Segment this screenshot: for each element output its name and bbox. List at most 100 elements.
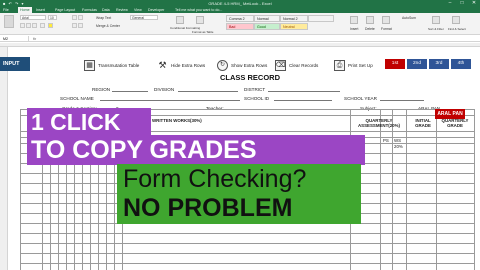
clear-records-button[interactable]: ⌫ Clear Records xyxy=(275,59,318,71)
tab-view[interactable]: View xyxy=(134,8,142,12)
tab-data[interactable]: Data xyxy=(102,8,110,12)
insert-cells-label: Insert xyxy=(350,27,359,31)
delete-cells-label: Delete xyxy=(365,27,375,31)
tab-formulas[interactable]: Formulas xyxy=(82,8,97,12)
overlay-line-1: 1 CLICK xyxy=(27,108,151,136)
clear-records-label: Clear Records xyxy=(289,62,319,68)
excel-window: ■ ↶ ↷ ▾ GRADE 4-5 HRM_ MetLook - Excel –… xyxy=(0,0,480,270)
sort-filter-label: Sort & Filter xyxy=(428,27,444,31)
format-cells-label: Format xyxy=(381,27,392,31)
align-center-button[interactable] xyxy=(78,23,83,28)
school-year-field[interactable] xyxy=(380,96,424,101)
grid-line xyxy=(406,109,407,270)
initial-grade-header: INITIAL GRADE xyxy=(415,118,431,128)
number-format-select[interactable]: General xyxy=(130,15,158,20)
tab-developer[interactable]: Developer xyxy=(148,8,164,12)
borders-button[interactable] xyxy=(40,23,45,28)
grid-icon: ▦ xyxy=(84,59,95,71)
show-extra-rows-button[interactable]: ↻ Show Extra Rows xyxy=(217,59,267,71)
show-extra-rows-label: Show Extra Rows xyxy=(231,62,268,68)
quarter-2-button[interactable]: 2nd xyxy=(407,59,427,69)
input-button[interactable]: INPUT xyxy=(0,57,30,71)
trash-icon: ⌫ xyxy=(275,59,286,71)
sort-filter-icon[interactable] xyxy=(432,16,440,24)
tell-me-search[interactable]: Tell me what you want to do... xyxy=(175,8,222,12)
school-id-field[interactable] xyxy=(274,96,332,101)
school-name-label: SCHOOL NAME xyxy=(60,96,94,101)
wrench-icon: ⚒ xyxy=(158,59,167,70)
find-select-icon[interactable] xyxy=(452,16,460,24)
quarter-4-button[interactable]: 4th xyxy=(451,59,471,69)
grid-line xyxy=(380,109,381,270)
aral-pan-badge: ARAL PAN xyxy=(435,109,465,119)
school-year-label: SCHOOL YEAR xyxy=(344,96,377,101)
minimize-button[interactable]: – xyxy=(444,0,456,7)
style-normal-2[interactable]: Normal 2 xyxy=(280,15,308,22)
hide-extra-rows-label: Hide Extra Rows xyxy=(171,62,206,68)
tab-insert[interactable]: Insert xyxy=(36,8,45,12)
style-normal[interactable]: Normal xyxy=(254,15,280,22)
style-good[interactable]: Good xyxy=(254,23,280,30)
formula-bar: M2 fx xyxy=(0,36,480,42)
ribbon-home: Arial 10 Wrap Text Merge & Center Genera… xyxy=(0,13,480,35)
name-box[interactable]: M2 xyxy=(1,36,29,42)
font-size-select[interactable]: 10 xyxy=(48,15,57,20)
style-bad[interactable]: Bad xyxy=(226,23,254,30)
print-setup-button[interactable]: ⎙ Print Set Up xyxy=(334,59,373,71)
paste-button[interactable] xyxy=(4,15,14,28)
ws-label: WS xyxy=(394,138,402,143)
grid-line xyxy=(474,109,475,270)
close-button[interactable]: ✕ xyxy=(468,0,480,7)
find-select-label: Find & Select xyxy=(448,27,466,31)
quarter-3-button[interactable]: 3rd xyxy=(429,59,449,69)
overlay-line-4: NO PROBLEM xyxy=(117,193,361,224)
underline-button[interactable] xyxy=(32,23,37,28)
insert-cells-icon[interactable] xyxy=(350,16,358,24)
window-title: GRADE 4-5 HRM_ MetLook - Excel xyxy=(208,1,272,6)
style-neutral[interactable]: Neutral xyxy=(280,23,308,30)
align-left-button[interactable] xyxy=(72,23,77,28)
format-table-label: Format as Table xyxy=(192,30,214,34)
region-label: REGION xyxy=(92,87,111,92)
grid-line xyxy=(392,109,393,270)
quarter-1-button[interactable]: 1st xyxy=(385,59,405,69)
division-field[interactable] xyxy=(178,87,238,92)
grid-line xyxy=(20,109,21,270)
school-name-field[interactable] xyxy=(100,96,240,101)
print-setup-label: Print Set Up xyxy=(348,62,373,68)
delete-cells-icon[interactable] xyxy=(366,16,374,24)
align-top-button[interactable] xyxy=(72,15,77,20)
format-table-icon[interactable] xyxy=(196,16,204,24)
merge-center-button[interactable]: Merge & Center xyxy=(96,24,120,28)
autosum-button[interactable]: AutoSum xyxy=(402,16,416,20)
overlay-line-2: TO COPY GRADES xyxy=(27,135,365,165)
italic-button[interactable] xyxy=(26,23,31,28)
tab-review[interactable]: Review xyxy=(116,8,128,12)
wrap-text-button[interactable]: Wrap Text xyxy=(96,16,111,20)
format-cells-icon[interactable] xyxy=(382,16,390,24)
overlay-line-3: Form Checking? xyxy=(117,164,361,194)
refresh-icon: ↻ xyxy=(217,59,228,71)
district-field[interactable] xyxy=(268,87,340,92)
tab-file[interactable]: File xyxy=(3,8,9,12)
district-label: DISTRICT xyxy=(244,87,266,92)
conditional-formatting-icon[interactable] xyxy=(176,16,184,24)
maximize-button[interactable]: □ xyxy=(456,0,468,7)
division-label: DIVISION xyxy=(154,87,175,92)
ps-label: PS xyxy=(383,138,389,143)
fx-icon[interactable]: fx xyxy=(33,36,36,42)
transmutation-table-label: Transmutation Table xyxy=(98,62,140,68)
style-comma-2[interactable]: Comma 2 xyxy=(226,15,254,22)
hide-extra-rows-button[interactable]: ⚒ Hide Extra Rows xyxy=(157,59,205,71)
school-id-label: SCHOOL ID xyxy=(244,96,270,101)
fill-color-button[interactable] xyxy=(48,23,53,28)
region-field[interactable] xyxy=(112,87,148,92)
print-icon: ⎙ xyxy=(334,59,345,71)
tab-page-layout[interactable]: Page Layout xyxy=(55,8,75,12)
bold-button[interactable] xyxy=(20,23,25,28)
transmutation-table-button[interactable]: ▦ Transmutation Table xyxy=(84,59,139,71)
grid-line xyxy=(436,109,437,270)
align-middle-button[interactable] xyxy=(78,15,83,20)
font-name-select[interactable]: Arial xyxy=(20,15,46,20)
style-normal-3[interactable] xyxy=(308,15,334,22)
